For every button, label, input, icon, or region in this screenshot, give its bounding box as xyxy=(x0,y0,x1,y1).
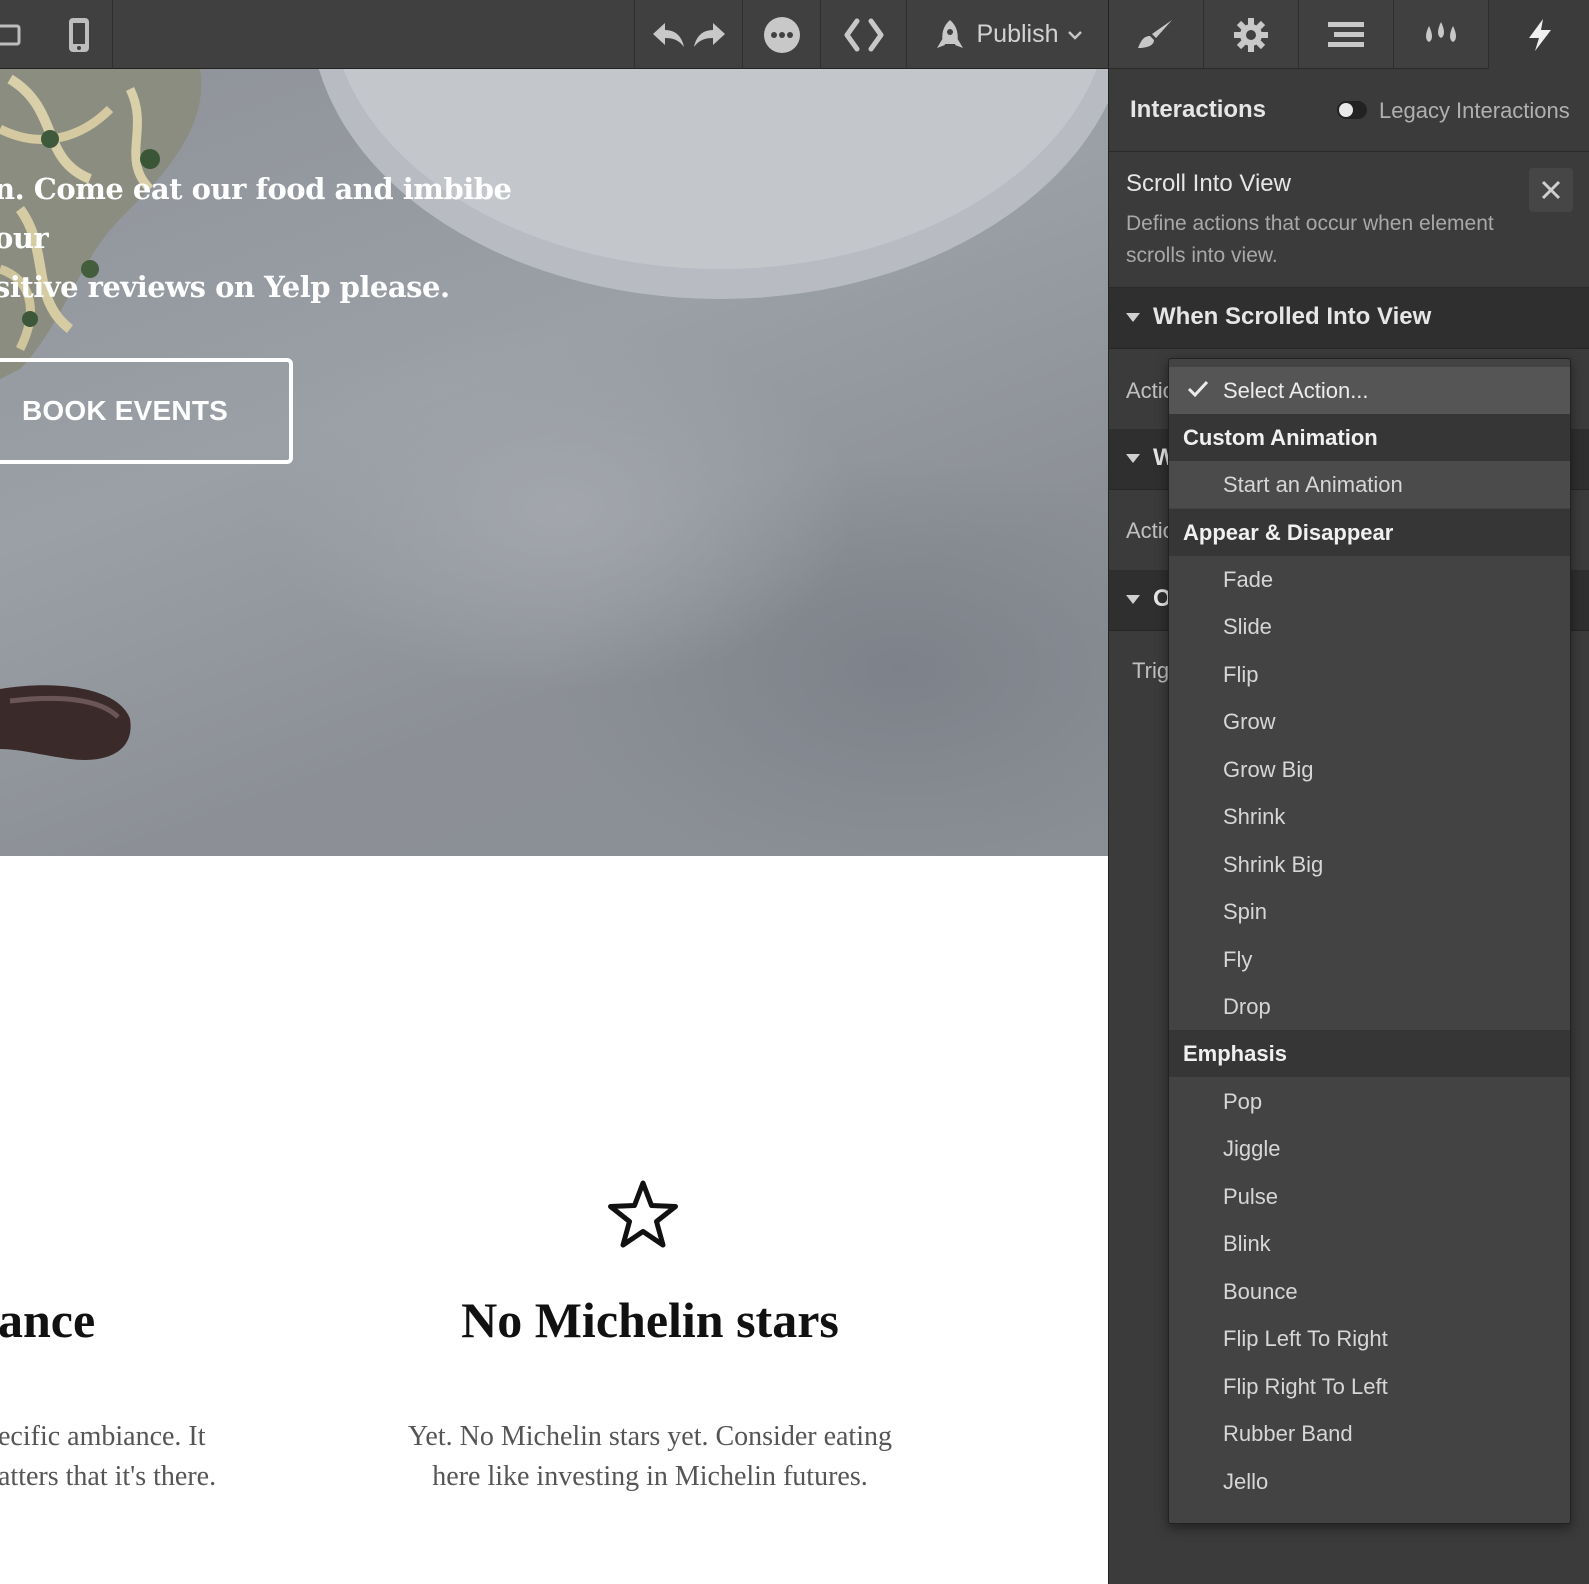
chevron-down-icon xyxy=(1067,30,1082,40)
dropdown-option[interactable]: Pulse xyxy=(1169,1173,1570,1220)
tab-interactions[interactable] xyxy=(1489,0,1589,69)
hero-paragraph[interactable]: n. Come eat our food and imbibe our siti… xyxy=(0,165,554,312)
dropdown-option[interactable]: Grow xyxy=(1169,698,1570,745)
dropdown-group-header: Appear & Disappear xyxy=(1169,509,1570,556)
design-canvas[interactable]: n. Come eat our food and imbibe our siti… xyxy=(0,69,1108,1584)
publish-label: Publish xyxy=(976,20,1059,48)
publish-button[interactable]: Publish xyxy=(906,0,1108,69)
legacy-interactions-label: Legacy Interactions xyxy=(1379,98,1570,123)
feature-heading-ambiance[interactable]: ance xyxy=(0,1291,95,1349)
dropdown-group-header: Custom Animation xyxy=(1169,414,1570,461)
dropdown-option[interactable]: Fade xyxy=(1169,556,1570,603)
book-events-button[interactable]: BOOK EVENTS xyxy=(0,358,293,464)
trigger-info: Scroll Into View Define actions that occ… xyxy=(1109,152,1589,288)
trigger-description: Define actions that occur when element s… xyxy=(1126,212,1494,267)
brush-icon xyxy=(1138,19,1172,48)
code-export-button[interactable] xyxy=(820,0,906,69)
dropdown-option[interactable]: Bounce xyxy=(1169,1268,1570,1315)
tab-style-manager[interactable] xyxy=(1394,0,1489,69)
trigger-label: Trig xyxy=(1132,658,1170,683)
section-when-scrolled-into-view[interactable]: When Scrolled Into View xyxy=(1109,288,1589,349)
tab-settings[interactable] xyxy=(1204,0,1299,69)
more-button[interactable] xyxy=(742,0,820,69)
remove-trigger-button[interactable] xyxy=(1529,168,1573,212)
dropdown-group-header: Emphasis xyxy=(1169,1030,1570,1077)
undo-redo-group xyxy=(634,0,742,69)
dropdown-option[interactable]: Rubber Band xyxy=(1169,1410,1570,1457)
caret-down-icon xyxy=(1126,454,1140,463)
dropdown-option[interactable]: Slide xyxy=(1169,603,1570,650)
dropdown-option[interactable]: Start an Animation xyxy=(1169,461,1570,508)
undo-icon[interactable] xyxy=(651,19,687,51)
interactions-title: Interactions xyxy=(1130,96,1267,123)
dropdown-option-select-action[interactable]: Select Action... xyxy=(1169,367,1570,414)
desktop-view-button[interactable] xyxy=(0,0,40,69)
navigator-icon xyxy=(1328,21,1364,47)
dropdown-option[interactable]: Blink xyxy=(1169,1220,1570,1267)
dropdown-option[interactable]: Shrink Big xyxy=(1169,841,1570,888)
dropdown-option[interactable]: Grow Big xyxy=(1169,746,1570,793)
dropdown-option[interactable]: Pop xyxy=(1169,1078,1570,1125)
dropdown-option[interactable]: Spin xyxy=(1169,888,1570,935)
feature-text-ambiance[interactable]: ecific ambiance. It atters that it's the… xyxy=(0,1417,216,1497)
option-label: Select Action... xyxy=(1223,377,1369,403)
panel-tab-bar xyxy=(1109,0,1589,69)
drops-icon xyxy=(1426,21,1456,42)
star-outline-icon[interactable] xyxy=(606,1179,680,1251)
tab-navigator[interactable] xyxy=(1299,0,1394,69)
dropdown-option[interactable]: Drop xyxy=(1169,983,1570,1030)
knife-image xyxy=(0,685,131,760)
dropdown-option[interactable]: Shrink xyxy=(1169,793,1570,840)
mobile-icon xyxy=(68,17,89,52)
mobile-view-button[interactable] xyxy=(45,0,113,69)
section-title: When Scrolled Into View xyxy=(1153,303,1432,330)
designer-toolbar: Publish xyxy=(0,0,1108,69)
dropdown-option[interactable]: Jiggle xyxy=(1169,1125,1570,1172)
caret-down-icon xyxy=(1126,313,1140,322)
close-icon xyxy=(1541,180,1561,200)
more-icon xyxy=(763,16,800,53)
action-select-dropdown[interactable]: Select Action... Custom Animation Start … xyxy=(1168,358,1571,1524)
trigger-title: Scroll Into View xyxy=(1126,170,1291,197)
code-icon xyxy=(844,18,883,51)
caret-down-icon xyxy=(1126,595,1140,604)
feature-heading-michelin[interactable]: No Michelin stars xyxy=(350,1291,950,1349)
dropdown-option[interactable]: Jello xyxy=(1169,1458,1570,1505)
publish-rocket-icon xyxy=(936,19,963,48)
lightning-icon xyxy=(1528,18,1551,51)
feature-text-michelin[interactable]: Yet. No Michelin stars yet. Consider eat… xyxy=(370,1417,930,1497)
gear-icon xyxy=(1234,17,1268,52)
dropdown-option[interactable]: Flip xyxy=(1169,651,1570,698)
dropdown-option[interactable]: Flip Left To Right xyxy=(1169,1315,1570,1362)
interactions-header: Interactions Legacy Interactions xyxy=(1109,69,1589,152)
desktop-icon xyxy=(0,24,21,45)
tab-style[interactable] xyxy=(1109,0,1204,69)
dropdown-option[interactable]: Fly xyxy=(1169,936,1570,983)
redo-icon[interactable] xyxy=(691,19,727,51)
hero-section[interactable]: n. Come eat our food and imbibe our siti… xyxy=(0,69,1108,856)
dropdown-option[interactable]: Flip Right To Left xyxy=(1169,1363,1570,1410)
legacy-interactions-toggle[interactable] xyxy=(1337,101,1367,119)
checkmark-icon xyxy=(1187,380,1209,398)
